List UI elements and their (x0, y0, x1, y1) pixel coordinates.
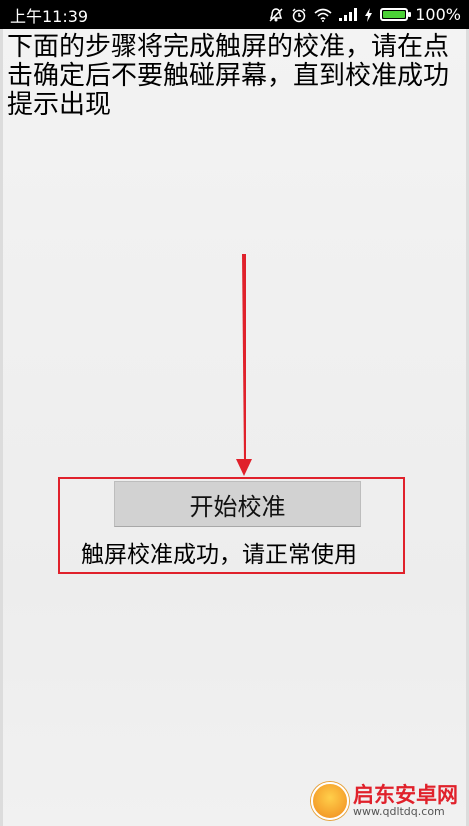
watermark: 启东安卓网 www.qdltdq.com (311, 782, 458, 820)
watermark-logo-icon (311, 782, 349, 820)
watermark-site-name: 启东安卓网 (353, 783, 458, 807)
battery-level-fill (383, 11, 406, 18)
signal-icon (339, 8, 358, 21)
alarm-off-icon (268, 7, 284, 23)
calibration-success-message: 触屏校准成功，请正常使用 (81, 542, 357, 568)
battery-icon (380, 8, 412, 21)
status-icons: 100% (268, 5, 461, 24)
charging-icon (364, 7, 373, 22)
watermark-url: www.qdltdq.com (353, 805, 445, 818)
start-calibration-button[interactable]: 开始校准 (114, 481, 361, 527)
calibration-instruction: 下面的步骤将完成触屏的校准，请在点击确定后不要触碰屏幕，直到校准成功提示出现 (7, 32, 450, 120)
calibration-screen: 下面的步骤将完成触屏的校准，请在点击确定后不要触碰屏幕，直到校准成功提示出现 开… (0, 29, 469, 826)
status-time: 上午11:39 (10, 6, 89, 26)
battery-percent: 100% (415, 5, 461, 24)
alarm-clock-icon (291, 7, 307, 23)
wifi-icon (314, 8, 332, 22)
annotation-arrow (236, 254, 252, 476)
status-bar: 上午11:39 100% (0, 0, 469, 29)
